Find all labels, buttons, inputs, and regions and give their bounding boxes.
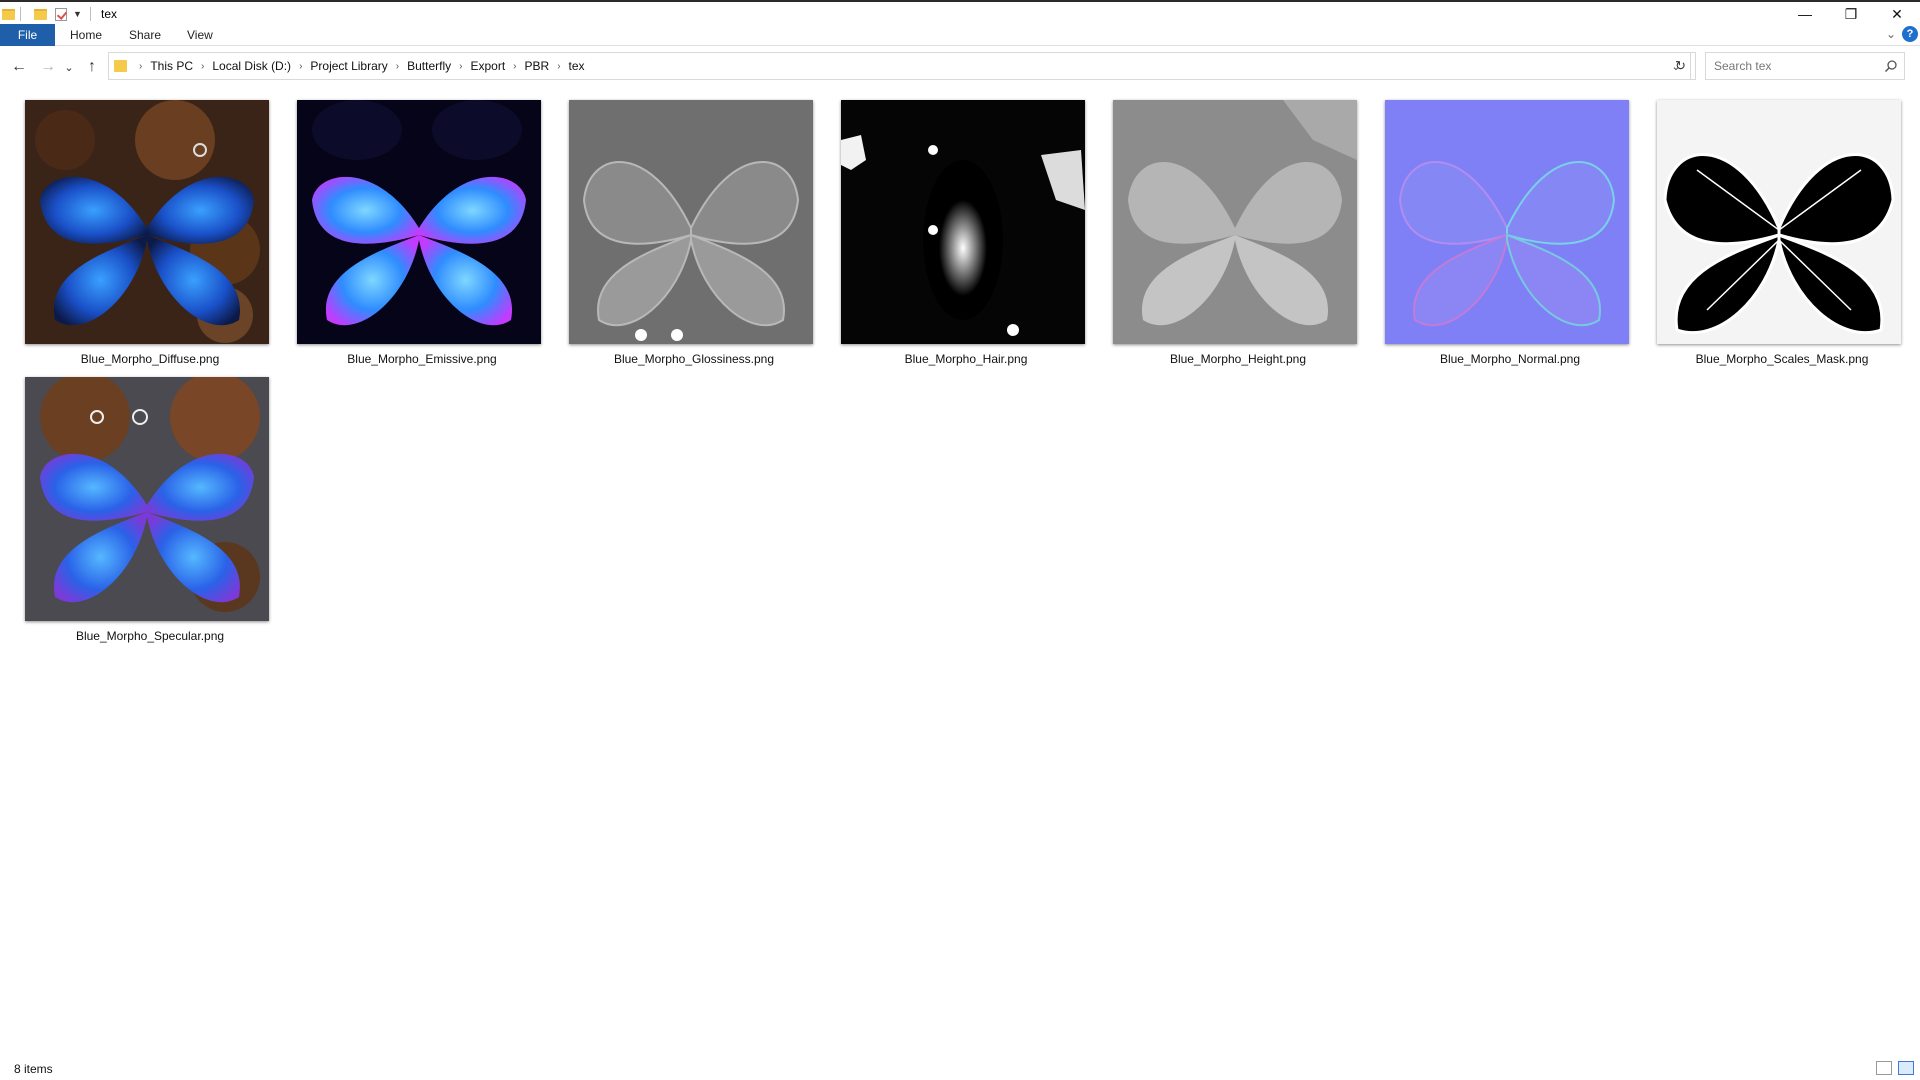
new-folder-icon[interactable] <box>34 8 47 20</box>
ribbon-tabs: File Home Share View ⌄ <box>0 24 1920 46</box>
details-view-icon[interactable] <box>1876 1061 1892 1075</box>
refresh-button[interactable]: ↻ <box>1666 52 1696 80</box>
file-item[interactable]: Blue_Morpho_Hair.png <box>841 100 1091 372</box>
tab-view[interactable]: View <box>187 24 213 46</box>
file-view: Blue_Morpho_Diffuse.png Blue_Morpho_Emis… <box>0 85 1920 1045</box>
search-icon[interactable] <box>1884 59 1898 73</box>
file-item[interactable]: Blue_Morpho_Specular.png <box>25 377 275 649</box>
file-name[interactable]: Blue_Morpho_Diffuse.png <box>15 352 285 366</box>
recent-locations-button[interactable]: ⌄ <box>62 56 76 78</box>
file-item[interactable]: Blue_Morpho_Glossiness.png <box>569 100 819 372</box>
file-item[interactable]: Blue_Morpho_Scales_Mask.png <box>1657 100 1907 372</box>
file-item[interactable]: Blue_Morpho_Height.png <box>1113 100 1363 372</box>
breadcrumb: › This PC › Local Disk (D:) › Project Li… <box>131 53 585 79</box>
quick-access-toolbar: ▼ <box>2 4 96 24</box>
thumbnail-emissive[interactable] <box>297 100 541 344</box>
help-icon[interactable]: ? <box>1902 26 1918 42</box>
breadcrumb-export[interactable]: Export <box>470 59 505 73</box>
file-item[interactable]: Blue_Morpho_Normal.png <box>1385 100 1635 372</box>
item-count: 8 items <box>14 1062 53 1076</box>
thumbnail-glossiness[interactable] <box>569 100 813 344</box>
tab-file[interactable]: File <box>0 24 55 46</box>
file-item[interactable]: Blue_Morpho_Diffuse.png <box>25 100 275 372</box>
large-icons-view-icon[interactable] <box>1898 1061 1914 1075</box>
file-name[interactable]: Blue_Morpho_Specular.png <box>15 629 285 643</box>
file-name[interactable]: Blue_Morpho_Normal.png <box>1375 352 1645 366</box>
search-input[interactable] <box>1714 58 1874 74</box>
window-title: tex <box>101 7 118 21</box>
breadcrumb-project-library[interactable]: Project Library <box>310 59 387 73</box>
thumbnail-height[interactable] <box>1113 100 1357 344</box>
forward-button[interactable]: → <box>37 56 59 78</box>
thumbnail-specular[interactable] <box>25 377 269 621</box>
file-name[interactable]: Blue_Morpho_Hair.png <box>831 352 1101 366</box>
breadcrumb-local-disk[interactable]: Local Disk (D:) <box>212 59 291 73</box>
file-name[interactable]: Blue_Morpho_Scales_Mask.png <box>1647 352 1917 366</box>
minimize-button[interactable]: — <box>1782 2 1828 26</box>
folder-icon <box>2 8 15 20</box>
file-name[interactable]: Blue_Morpho_Emissive.png <box>287 352 557 366</box>
view-toggle <box>1876 1061 1914 1075</box>
window-controls: — ❐ ✕ <box>1782 2 1920 26</box>
restore-button[interactable]: ❐ <box>1828 2 1874 26</box>
address-bar[interactable]: › This PC › Local Disk (D:) › Project Li… <box>108 52 1691 80</box>
chevron-right-icon[interactable]: › <box>513 61 516 72</box>
navigation-bar: ← → ⌄ ↑ › This PC › Local Disk (D:) › Pr… <box>0 47 1920 85</box>
thumbnail-normal[interactable] <box>1385 100 1629 344</box>
file-name[interactable]: Blue_Morpho_Height.png <box>1103 352 1373 366</box>
file-name[interactable]: Blue_Morpho_Glossiness.png <box>559 352 829 366</box>
title-bar: ▼ tex — ❐ ✕ <box>0 0 1920 24</box>
up-button[interactable]: ↑ <box>81 56 103 78</box>
customize-toolbar-icon[interactable]: ▼ <box>73 9 82 19</box>
back-button[interactable]: ← <box>8 56 30 78</box>
expand-ribbon-icon[interactable]: ⌄ <box>1886 27 1896 41</box>
properties-icon[interactable] <box>55 7 67 21</box>
chevron-right-icon[interactable]: › <box>459 61 462 72</box>
breadcrumb-pbr[interactable]: PBR <box>525 59 550 73</box>
thumbnail-diffuse[interactable] <box>25 100 269 344</box>
separator <box>20 7 21 21</box>
close-button[interactable]: ✕ <box>1874 2 1920 26</box>
chevron-right-icon[interactable]: › <box>396 61 399 72</box>
status-bar: 8 items <box>0 1058 1920 1080</box>
search-box[interactable] <box>1705 52 1905 80</box>
file-item[interactable]: Blue_Morpho_Emissive.png <box>297 100 547 372</box>
thumbnail-scales-mask[interactable] <box>1657 100 1901 344</box>
tab-share[interactable]: Share <box>129 24 161 46</box>
breadcrumb-tex[interactable]: tex <box>569 59 585 73</box>
thumbnail-hair[interactable] <box>841 100 1085 344</box>
chevron-right-icon[interactable]: › <box>139 61 142 72</box>
breadcrumb-this-pc[interactable]: This PC <box>150 59 193 73</box>
separator <box>89 7 91 21</box>
chevron-right-icon[interactable]: › <box>299 61 302 72</box>
chevron-right-icon[interactable]: › <box>201 61 204 72</box>
chevron-right-icon[interactable]: › <box>557 61 560 72</box>
breadcrumb-butterfly[interactable]: Butterfly <box>407 59 451 73</box>
tab-home[interactable]: Home <box>70 24 102 46</box>
folder-icon <box>114 60 127 72</box>
